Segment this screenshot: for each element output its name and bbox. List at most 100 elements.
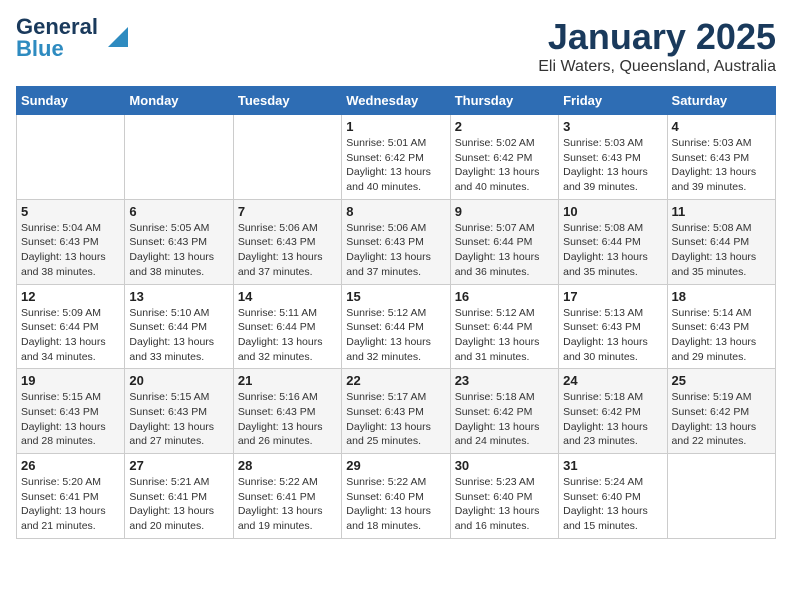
calendar-cell: 11 Sunrise: 5:08 AM Sunset: 6:44 PM Dayli… [667, 199, 775, 284]
calendar-cell: 31 Sunrise: 5:24 AM Sunset: 6:40 PM Dayli… [559, 454, 667, 539]
day-info: Sunrise: 5:12 AM Sunset: 6:44 PM Dayligh… [455, 306, 554, 365]
calendar-cell: 30 Sunrise: 5:23 AM Sunset: 6:40 PM Dayli… [450, 454, 558, 539]
day-info: Sunrise: 5:09 AM Sunset: 6:44 PM Dayligh… [21, 306, 120, 365]
calendar-cell [17, 115, 125, 200]
day-info: Sunrise: 5:22 AM Sunset: 6:40 PM Dayligh… [346, 475, 445, 534]
day-info: Sunrise: 5:20 AM Sunset: 6:41 PM Dayligh… [21, 475, 120, 534]
calendar-cell: 21Sunrise: 5:16 AM Sunset: 6:43 PM Dayli… [233, 369, 341, 454]
calendar-cell: 19 Sunrise: 5:15 AM Sunset: 6:43 PM Dayli… [17, 369, 125, 454]
calendar-cell: 23Sunrise: 5:18 AM Sunset: 6:42 PM Dayli… [450, 369, 558, 454]
day-number: 17 [563, 289, 662, 304]
day-number: 15 [346, 289, 445, 304]
day-number: 28 [238, 458, 337, 473]
day-number: 25 [672, 373, 771, 388]
day-info: Sunrise: 5:12 AM Sunset: 6:44 PM Dayligh… [346, 306, 445, 365]
calendar-cell: 6 Sunrise: 5:05 AM Sunset: 6:43 PM Daylig… [125, 199, 233, 284]
day-number: 31 [563, 458, 662, 473]
day-number: 1 [346, 119, 445, 134]
calendar-cell: 15 Sunrise: 5:12 AM Sunset: 6:44 PM Dayli… [342, 284, 450, 369]
day-number: 26 [21, 458, 120, 473]
day-info: Sunrise: 5:06 AM Sunset: 6:43 PM Dayligh… [346, 221, 445, 280]
calendar-week-row: 12 Sunrise: 5:09 AM Sunset: 6:44 PM Dayli… [17, 284, 776, 369]
day-number: 16 [455, 289, 554, 304]
logo-text: GeneralBlue [16, 16, 98, 60]
calendar-cell: 3 Sunrise: 5:03 AM Sunset: 6:43 PM Daylig… [559, 115, 667, 200]
calendar-week-row: 26 Sunrise: 5:20 AM Sunset: 6:41 PM Dayli… [17, 454, 776, 539]
day-info: Sunrise: 5:08 AM Sunset: 6:44 PM Dayligh… [563, 221, 662, 280]
day-number: 21 [238, 373, 337, 388]
day-header-tuesday: Tuesday [233, 87, 341, 115]
day-header-wednesday: Wednesday [342, 87, 450, 115]
calendar-cell: 20 Sunrise: 5:15 AM Sunset: 6:43 PM Dayli… [125, 369, 233, 454]
day-info: Sunrise: 5:02 AM Sunset: 6:42 PM Dayligh… [455, 136, 554, 195]
calendar-week-row: 19 Sunrise: 5:15 AM Sunset: 6:43 PM Dayli… [17, 369, 776, 454]
day-number: 22 [346, 373, 445, 388]
day-number: 12 [21, 289, 120, 304]
day-number: 9 [455, 204, 554, 219]
day-number: 20 [129, 373, 228, 388]
day-info: Sunrise: 5:22 AM Sunset: 6:41 PM Dayligh… [238, 475, 337, 534]
calendar-cell: 2 Sunrise: 5:02 AM Sunset: 6:42 PM Daylig… [450, 115, 558, 200]
calendar-cell: 18 Sunrise: 5:14 AM Sunset: 6:43 PM Dayli… [667, 284, 775, 369]
day-info: Sunrise: 5:15 AM Sunset: 6:43 PM Dayligh… [21, 390, 120, 449]
day-info: Sunrise: 5:13 AM Sunset: 6:43 PM Dayligh… [563, 306, 662, 365]
day-header-sunday: Sunday [17, 87, 125, 115]
day-info: Sunrise: 5:15 AM Sunset: 6:43 PM Dayligh… [129, 390, 228, 449]
day-header-friday: Friday [559, 87, 667, 115]
logo-icon [100, 19, 130, 49]
day-info: Sunrise: 5:11 AM Sunset: 6:44 PM Dayligh… [238, 306, 337, 365]
calendar-cell: 8 Sunrise: 5:06 AM Sunset: 6:43 PM Daylig… [342, 199, 450, 284]
header: GeneralBlue January 2025 Eli Waters, Que… [16, 16, 776, 76]
day-number: 14 [238, 289, 337, 304]
calendar-cell [667, 454, 775, 539]
day-info: Sunrise: 5:03 AM Sunset: 6:43 PM Dayligh… [563, 136, 662, 195]
calendar-cell: 29 Sunrise: 5:22 AM Sunset: 6:40 PM Dayli… [342, 454, 450, 539]
calendar-cell: 10Sunrise: 5:08 AM Sunset: 6:44 PM Dayli… [559, 199, 667, 284]
day-info: Sunrise: 5:19 AM Sunset: 6:42 PM Dayligh… [672, 390, 771, 449]
day-info: Sunrise: 5:17 AM Sunset: 6:43 PM Dayligh… [346, 390, 445, 449]
day-header-thursday: Thursday [450, 87, 558, 115]
calendar-cell: 28 Sunrise: 5:22 AM Sunset: 6:41 PM Dayli… [233, 454, 341, 539]
calendar-cell: 9 Sunrise: 5:07 AM Sunset: 6:44 PM Daylig… [450, 199, 558, 284]
day-info: Sunrise: 5:04 AM Sunset: 6:43 PM Dayligh… [21, 221, 120, 280]
logo: GeneralBlue [16, 16, 130, 60]
day-info: Sunrise: 5:23 AM Sunset: 6:40 PM Dayligh… [455, 475, 554, 534]
day-number: 19 [21, 373, 120, 388]
day-number: 18 [672, 289, 771, 304]
calendar-cell: 7Sunrise: 5:06 AM Sunset: 6:43 PM Daylig… [233, 199, 341, 284]
calendar-week-row: 1 Sunrise: 5:01 AM Sunset: 6:42 PM Daylig… [17, 115, 776, 200]
day-info: Sunrise: 5:01 AM Sunset: 6:42 PM Dayligh… [346, 136, 445, 195]
day-info: Sunrise: 5:03 AM Sunset: 6:43 PM Dayligh… [672, 136, 771, 195]
day-info: Sunrise: 5:10 AM Sunset: 6:44 PM Dayligh… [129, 306, 228, 365]
day-number: 6 [129, 204, 228, 219]
day-number: 13 [129, 289, 228, 304]
day-number: 4 [672, 119, 771, 134]
day-info: Sunrise: 5:08 AM Sunset: 6:44 PM Dayligh… [672, 221, 771, 280]
calendar-header-row: SundayMondayTuesdayWednesdayThursdayFrid… [17, 87, 776, 115]
day-number: 29 [346, 458, 445, 473]
day-info: Sunrise: 5:05 AM Sunset: 6:43 PM Dayligh… [129, 221, 228, 280]
calendar-cell: 14 Sunrise: 5:11 AM Sunset: 6:44 PM Dayli… [233, 284, 341, 369]
day-number: 3 [563, 119, 662, 134]
day-number: 8 [346, 204, 445, 219]
day-number: 27 [129, 458, 228, 473]
day-number: 7 [238, 204, 337, 219]
day-number: 30 [455, 458, 554, 473]
calendar-cell [233, 115, 341, 200]
location-title: Eli Waters, Queensland, Australia [538, 58, 776, 76]
calendar-cell: 13 Sunrise: 5:10 AM Sunset: 6:44 PM Dayli… [125, 284, 233, 369]
day-info: Sunrise: 5:14 AM Sunset: 6:43 PM Dayligh… [672, 306, 771, 365]
day-info: Sunrise: 5:24 AM Sunset: 6:40 PM Dayligh… [563, 475, 662, 534]
calendar-table: SundayMondayTuesdayWednesdayThursdayFrid… [16, 86, 776, 539]
calendar-cell: 26 Sunrise: 5:20 AM Sunset: 6:41 PM Dayli… [17, 454, 125, 539]
day-number: 2 [455, 119, 554, 134]
day-number: 5 [21, 204, 120, 219]
day-number: 11 [672, 204, 771, 219]
calendar-cell: 1 Sunrise: 5:01 AM Sunset: 6:42 PM Daylig… [342, 115, 450, 200]
day-info: Sunrise: 5:07 AM Sunset: 6:44 PM Dayligh… [455, 221, 554, 280]
calendar-cell [125, 115, 233, 200]
day-number: 23 [455, 373, 554, 388]
calendar-body: 1 Sunrise: 5:01 AM Sunset: 6:42 PM Daylig… [17, 115, 776, 539]
day-info: Sunrise: 5:21 AM Sunset: 6:41 PM Dayligh… [129, 475, 228, 534]
calendar-cell: 5 Sunrise: 5:04 AM Sunset: 6:43 PM Daylig… [17, 199, 125, 284]
